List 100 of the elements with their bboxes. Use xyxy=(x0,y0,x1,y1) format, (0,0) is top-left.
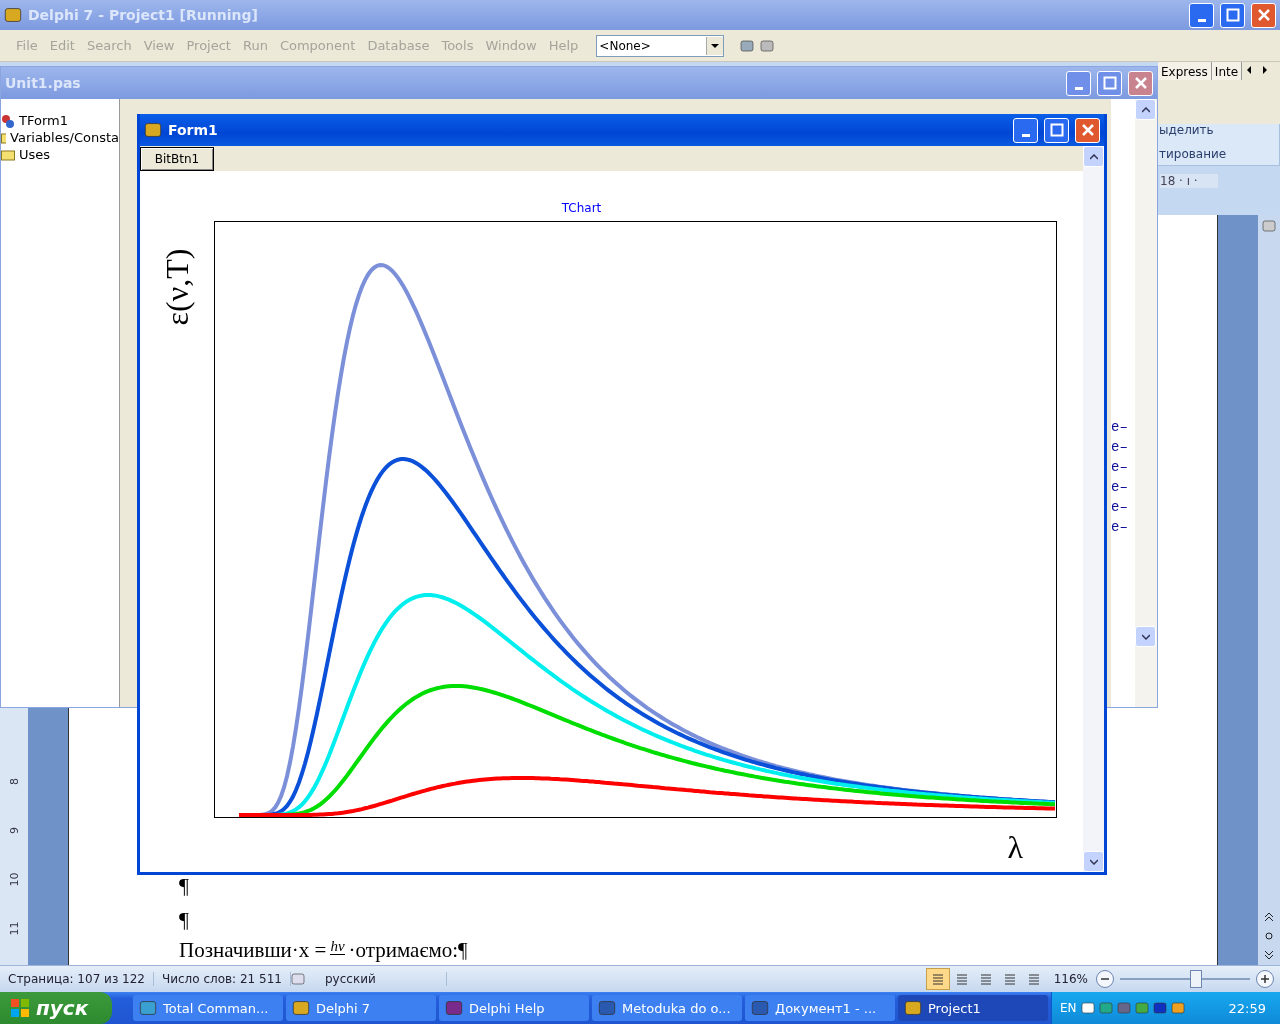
taskbar-button[interactable]: Документ1 - ... xyxy=(745,995,895,1021)
view-icon xyxy=(978,973,993,985)
program-icon xyxy=(292,999,310,1017)
view-icon xyxy=(1026,973,1041,985)
menu-item[interactable]: Help xyxy=(542,38,585,53)
menu-item[interactable]: Project xyxy=(180,38,237,53)
window-title: Unit1.pas xyxy=(5,75,82,91)
view-icon xyxy=(954,973,969,985)
windows-logo-icon xyxy=(10,998,30,1018)
menu-item[interactable]: Component xyxy=(273,38,362,53)
x-axis-label: λ xyxy=(1007,830,1023,864)
minimize-button[interactable] xyxy=(1013,117,1038,143)
scroll-down-button[interactable] xyxy=(1135,626,1156,647)
chevron-up-icon xyxy=(1141,106,1150,113)
form-scrollbar[interactable] xyxy=(1083,146,1104,872)
code-text: e– xyxy=(1111,439,1129,455)
ruler-number: 10 xyxy=(7,872,21,887)
maximize-icon xyxy=(1225,8,1240,22)
tree-item[interactable]: Uses xyxy=(1,147,119,162)
close-button[interactable] xyxy=(1251,2,1276,28)
close-button[interactable] xyxy=(1075,117,1100,143)
taskbar-button[interactable]: Total Comman... xyxy=(133,995,283,1021)
program-icon xyxy=(598,999,616,1017)
program-icon xyxy=(139,999,157,1017)
fraction-numerator: hν xyxy=(330,938,345,955)
start-button[interactable]: пуск xyxy=(0,992,112,1024)
maximize-button[interactable] xyxy=(1044,117,1069,143)
word-count: Число слов: 21 511 xyxy=(154,972,291,986)
tray-icon xyxy=(1080,1001,1095,1015)
view-button[interactable] xyxy=(925,968,950,990)
paragraph-mark: ¶ xyxy=(179,872,190,900)
vertical-scrollbar[interactable] xyxy=(1258,215,1280,965)
menu-item[interactable]: Database xyxy=(361,38,436,53)
menu-item[interactable]: Search xyxy=(80,38,138,53)
menu-item[interactable]: View xyxy=(137,38,181,53)
menu-item[interactable]: Edit xyxy=(43,38,81,53)
zoom-out-button[interactable] xyxy=(1096,970,1114,988)
minimize-icon xyxy=(1021,133,1030,137)
tree-item[interactable]: Variables/Consta xyxy=(1,130,119,145)
maximize-button[interactable] xyxy=(1097,70,1122,96)
taskbar-button[interactable]: Metoduka do o... xyxy=(592,995,742,1021)
window-title: Delphi 7 - Project1 [Running] xyxy=(28,7,259,23)
class-icon xyxy=(1,113,15,128)
scroll-down-button[interactable] xyxy=(1083,851,1104,872)
menu-item[interactable]: Tools xyxy=(435,38,480,53)
taskbar-button[interactable]: Project1 xyxy=(898,995,1048,1021)
ruler-label: 18 · ı · xyxy=(1160,174,1218,188)
maximize-icon xyxy=(1049,123,1064,137)
chevron-up-icon xyxy=(1089,153,1098,160)
zoom-in-button[interactable] xyxy=(1256,970,1274,988)
code-text: e– xyxy=(1111,479,1129,495)
close-icon xyxy=(1133,76,1148,90)
minimize-button[interactable] xyxy=(1189,2,1214,28)
scroll-up-button[interactable] xyxy=(1083,146,1104,167)
clock: 22:59 xyxy=(1228,1000,1266,1016)
view-icon xyxy=(930,973,945,985)
minimize-button[interactable] xyxy=(1066,70,1091,96)
code-text: e– xyxy=(1111,419,1129,435)
ribbon-label: тирование xyxy=(1159,147,1228,161)
ruler-number: 11 xyxy=(7,921,21,936)
code-text: e– xyxy=(1111,459,1129,475)
chevron-down-icon xyxy=(1141,633,1150,640)
toolbar-icon xyxy=(740,38,755,53)
window-title: Form1 xyxy=(168,122,219,138)
maximize-button[interactable] xyxy=(1220,2,1245,28)
ruler-number: 8 xyxy=(7,778,21,785)
code-text: e– xyxy=(1111,499,1129,515)
taskbar-button[interactable]: Delphi Help xyxy=(439,995,589,1021)
menu-item[interactable]: File xyxy=(10,38,44,53)
close-icon xyxy=(1256,8,1271,22)
bitbtn-button[interactable]: BitBtn1 xyxy=(140,146,214,171)
folder-icon xyxy=(1,148,15,161)
tray-icon xyxy=(1170,1001,1185,1015)
program-icon xyxy=(445,999,463,1017)
paragraph-text: Позначивши·x = xyxy=(179,937,327,963)
editor-scrollbar[interactable] xyxy=(1135,99,1157,707)
slider-thumb[interactable] xyxy=(1190,970,1203,988)
page-count: Страница: 107 из 122 xyxy=(0,972,154,986)
scroll-up-button[interactable] xyxy=(1135,99,1156,120)
menu-item[interactable]: Window xyxy=(479,38,543,53)
view-icon xyxy=(1002,973,1017,985)
taskbar-button[interactable]: Delphi 7 xyxy=(286,995,436,1021)
tree-item[interactable]: TForm1 xyxy=(1,113,119,128)
close-icon xyxy=(1080,123,1095,137)
toolbar-icon xyxy=(760,38,775,53)
program-icon xyxy=(904,999,922,1017)
close-button[interactable] xyxy=(1128,70,1153,96)
paragraph-mark: ¶ xyxy=(179,906,190,934)
language-indicator[interactable]: EN xyxy=(1060,1001,1077,1015)
code-text: e– xyxy=(1111,519,1129,535)
ruler-number: 9 xyxy=(7,827,21,834)
zoom-label: 116% xyxy=(1052,972,1089,986)
app-icon xyxy=(144,121,162,139)
palette-tab[interactable]: Express xyxy=(1158,62,1212,80)
menu-item[interactable]: Run xyxy=(236,38,274,53)
palette-tab[interactable]: Inte xyxy=(1211,62,1243,80)
tray-icon xyxy=(1134,1001,1149,1015)
object-dropdown[interactable]: <None> xyxy=(596,34,725,57)
paragraph-text: ·отримаємо:¶ xyxy=(348,937,468,963)
browse-icon[interactable] xyxy=(1263,911,1275,961)
